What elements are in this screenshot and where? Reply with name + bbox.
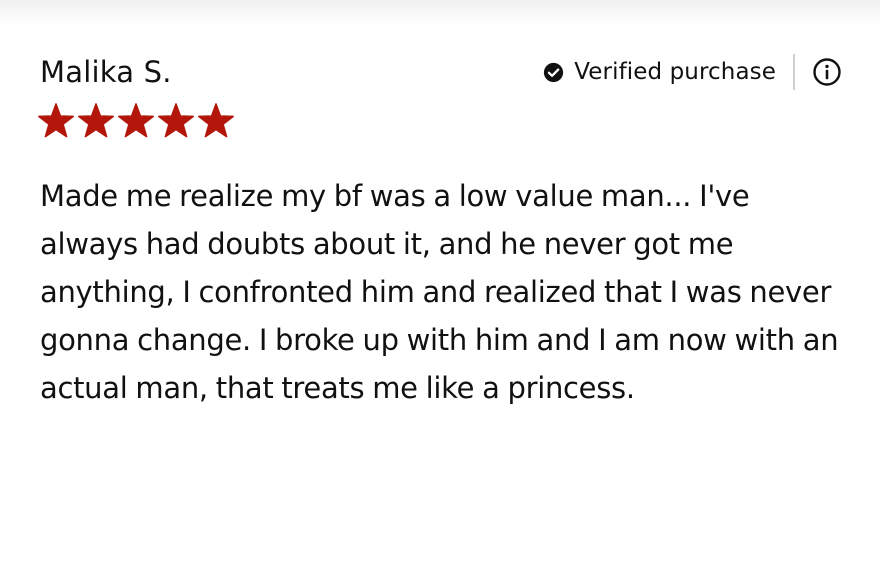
star-icon: [78, 103, 114, 138]
star-rating: [38, 103, 234, 139]
verified-purchase-badge: Verified purchase: [543, 54, 776, 90]
review-text: Made me realize my bf was a low value ma…: [40, 179, 839, 405]
verified-label: Verified purchase: [574, 59, 776, 85]
star-icon: [38, 103, 74, 138]
divider: [793, 54, 795, 90]
review-card: Malika S. Verified purchase Made me real…: [0, 0, 880, 562]
star-icon: [158, 103, 194, 138]
check-circle-icon: [544, 62, 564, 82]
info-icon: [813, 58, 841, 86]
reviewer-name: Malika S.: [40, 55, 172, 89]
star-icon: [198, 103, 234, 138]
star-icon: [118, 103, 154, 138]
info-button[interactable]: [812, 57, 842, 87]
